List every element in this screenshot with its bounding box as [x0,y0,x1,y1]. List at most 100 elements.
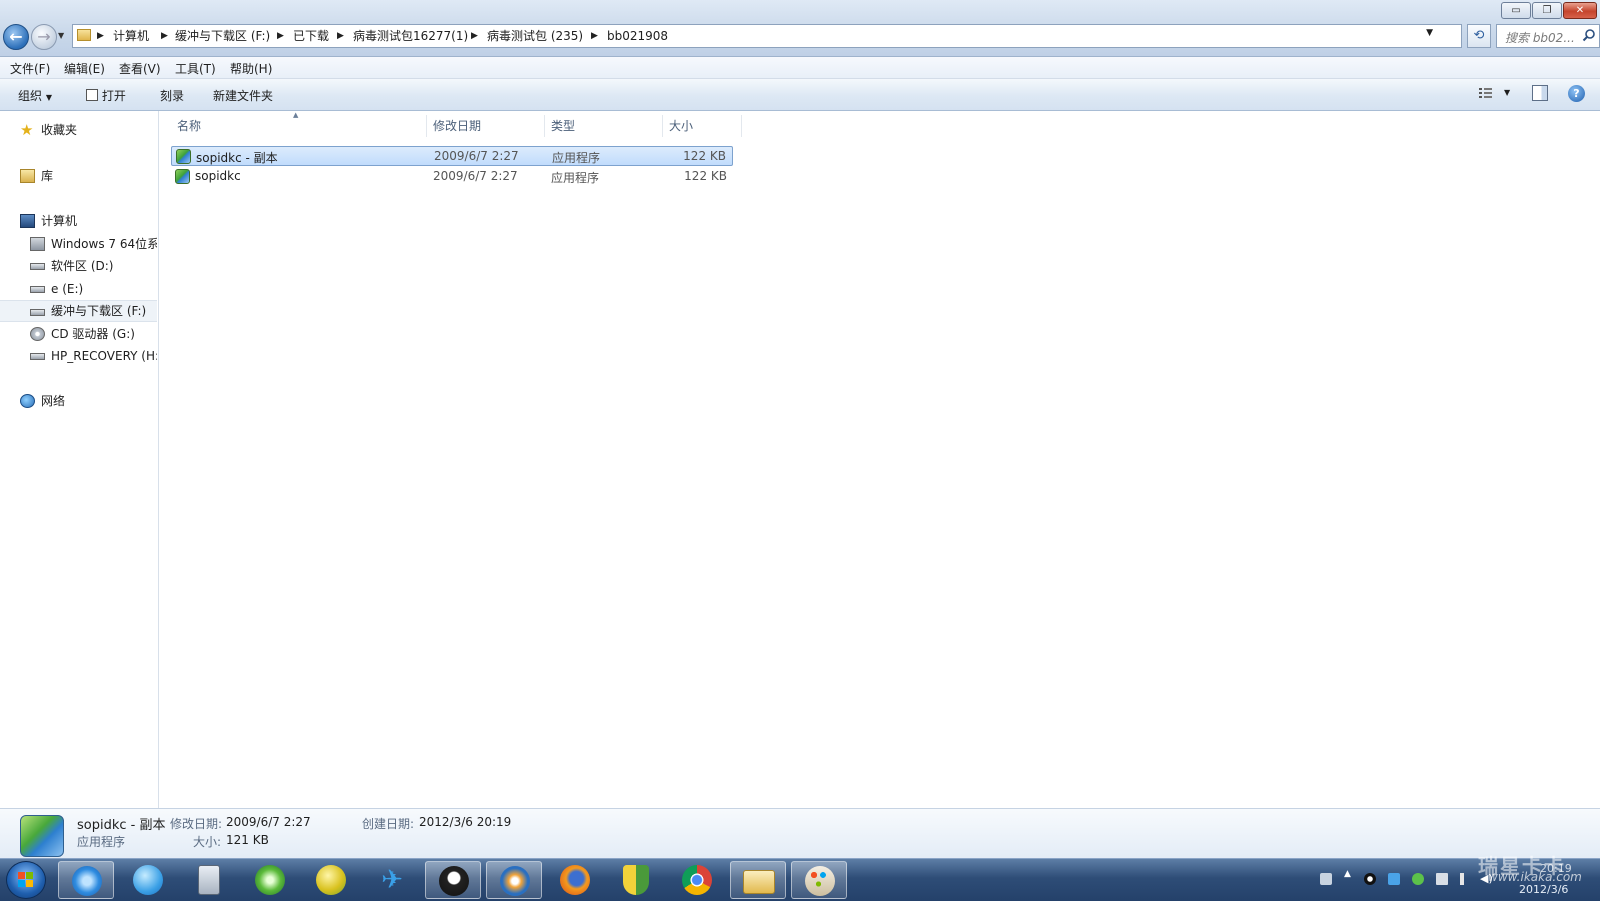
back-button[interactable]: ← [3,24,29,50]
nav-drive-f[interactable]: 缓冲与下载区 (F:) [0,300,157,322]
clock-date[interactable]: 2012/3/6 [1519,883,1568,896]
forward-button[interactable]: → [31,24,57,50]
chevron-right-icon[interactable]: ▶ [337,28,344,44]
network-icon [20,394,35,408]
search-icon[interactable] [1582,28,1596,42]
breadcrumb-downloaded[interactable]: 已下载 [293,28,329,44]
chevron-right-icon[interactable]: ▶ [471,28,478,44]
refresh-button[interactable]: ⟲ [1467,24,1491,48]
menu-help[interactable]: 帮助(H) [230,60,272,77]
file-name: sopidkc - 副本 [196,151,278,165]
taskbar-internet-explorer[interactable] [58,861,114,899]
taskbar-security[interactable] [608,861,664,899]
network-tray-icon[interactable] [1436,873,1448,885]
new-folder-button[interactable]: 新建文件夹 [213,87,273,104]
file-size: 122 KB [683,149,726,163]
menu-tools[interactable]: 工具(T) [175,60,216,77]
file-row[interactable]: sopidkc 2009/6/7 2:27 应用程序 122 KB [171,167,733,187]
burn-button[interactable]: 刻录 [160,87,184,104]
minimize-button[interactable]: ▭ [1501,2,1531,19]
nav-drive-e[interactable]: e (E:) [0,278,157,300]
menu-edit[interactable]: 编辑(E) [64,60,105,77]
start-button[interactable] [6,861,46,899]
menu-file[interactable]: 文件(F) [10,60,50,77]
nav-drive-d[interactable]: 软件区 (D:) [0,255,157,277]
menu-view[interactable]: 查看(V) [119,60,161,77]
restore-button[interactable]: ❐ [1532,2,1562,19]
nav-computer[interactable]: 计算机 [0,210,157,232]
taskbar-qq[interactable] [425,861,481,899]
column-header-modified[interactable]: 修改日期 [427,115,545,137]
breadcrumb-computer[interactable]: 计算机 [113,28,149,44]
cd-drive-icon [30,327,45,341]
column-header-name[interactable]: 名称 [171,115,427,137]
column-header-size[interactable]: 大小 [663,115,742,137]
details-created-value: 2012/3/6 20:19 [419,815,512,829]
nav-drive-c[interactable]: Windows 7 64位系 [0,233,157,255]
breadcrumb-current[interactable]: bb021908 [607,28,668,44]
taskbar-calculator[interactable] [181,861,237,899]
taskbar-qq-browser[interactable] [120,861,176,899]
taskbar-media-player[interactable] [486,861,542,899]
taskbar-paint[interactable] [791,861,847,899]
drive-icon [30,263,45,270]
navigation-pane: ★ 收藏夹 库 计算机 Windows 7 64位系 软件区 (D:) e (E… [0,111,159,808]
chrome-icon [682,865,712,895]
system-drive-icon [30,237,45,251]
taskbar-refresh-tool[interactable] [242,861,298,899]
keyboard-icon[interactable] [1320,873,1332,885]
shield-security-icon [623,865,649,895]
chevron-right-icon[interactable]: ▶ [591,28,598,44]
close-button[interactable]: ✕ [1563,2,1597,19]
details-modified-label: 修改日期: [170,817,223,831]
qq-tray-icon[interactable] [1364,873,1376,885]
search-input[interactable]: 搜索 bb02... [1496,24,1600,48]
help-icon[interactable]: ? [1568,85,1585,102]
taskbar-firefox[interactable] [547,861,603,899]
bird-icon: ✈ [381,865,403,895]
nav-drive-g[interactable]: CD 驱动器 (G:) [0,323,157,345]
flag-icon[interactable] [1460,873,1464,885]
recent-pages-dropdown[interactable]: ▼ [58,31,64,40]
qq-browser-icon [133,865,163,895]
address-bar[interactable]: ▶ 计算机 ▶ 缓冲与下载区 (F:) ▶ 已下载 ▶ 病毒测试包16277(1… [72,24,1462,48]
chevron-right-icon[interactable]: ▶ [277,28,284,44]
nav-drive-h[interactable]: HP_RECOVERY (H:) [0,345,157,367]
details-file-name: sopidkc - 副本 [77,818,166,833]
organize-button[interactable]: 组织 ▼ [18,87,52,104]
view-dropdown-icon[interactable]: ▼ [1504,88,1510,97]
breadcrumb-virus-pack-235[interactable]: 病毒测试包 (235) [487,28,583,44]
taskbar-chrome[interactable] [669,861,725,899]
organize-label: 组织 [18,89,43,103]
file-name: sopidkc [195,169,241,183]
nav-drive-c-label: Windows 7 64位系 [51,237,157,251]
nav-network[interactable]: 网络 [0,390,157,412]
file-modified: 2009/6/7 2:27 [433,169,518,183]
taskbar-file-explorer[interactable] [730,861,786,899]
show-hidden-icons[interactable]: ▲ [1344,869,1351,879]
search-placeholder: 搜索 bb02... [1505,31,1575,45]
tray-app-icon[interactable] [1388,873,1400,885]
address-dropdown[interactable]: ▼ [1426,28,1433,38]
taskbar-360[interactable] [303,861,359,899]
nav-libraries-label: 库 [41,169,54,183]
tray-security-icon[interactable] [1412,873,1424,885]
windows-logo-icon [18,872,33,887]
nav-drive-f-label: 缓冲与下载区 (F:) [51,304,147,318]
nav-libraries[interactable]: 库 [0,165,157,187]
nav-favorites[interactable]: ★ 收藏夹 [0,119,157,141]
preview-pane-icon[interactable] [1532,85,1548,101]
clock-time[interactable]: 20:19 [1540,862,1572,875]
view-options-icon[interactable] [1479,87,1493,99]
open-button[interactable]: 打开 [86,87,126,104]
breadcrumb-drive-f[interactable]: 缓冲与下载区 (F:) [175,28,270,44]
application-icon [20,815,64,857]
breadcrumb-virus-pack[interactable]: 病毒测试包16277(1) [353,28,468,44]
chevron-right-icon[interactable]: ▶ [161,28,168,44]
taskbar-bird-app[interactable]: ✈ [364,861,420,899]
file-row[interactable]: sopidkc - 副本 2009/6/7 2:27 应用程序 122 KB [171,146,733,166]
chevron-right-icon[interactable]: ▶ [97,28,104,44]
star-icon: ★ [20,121,34,139]
open-label: 打开 [101,89,126,103]
column-header-type[interactable]: 类型 [545,115,663,137]
